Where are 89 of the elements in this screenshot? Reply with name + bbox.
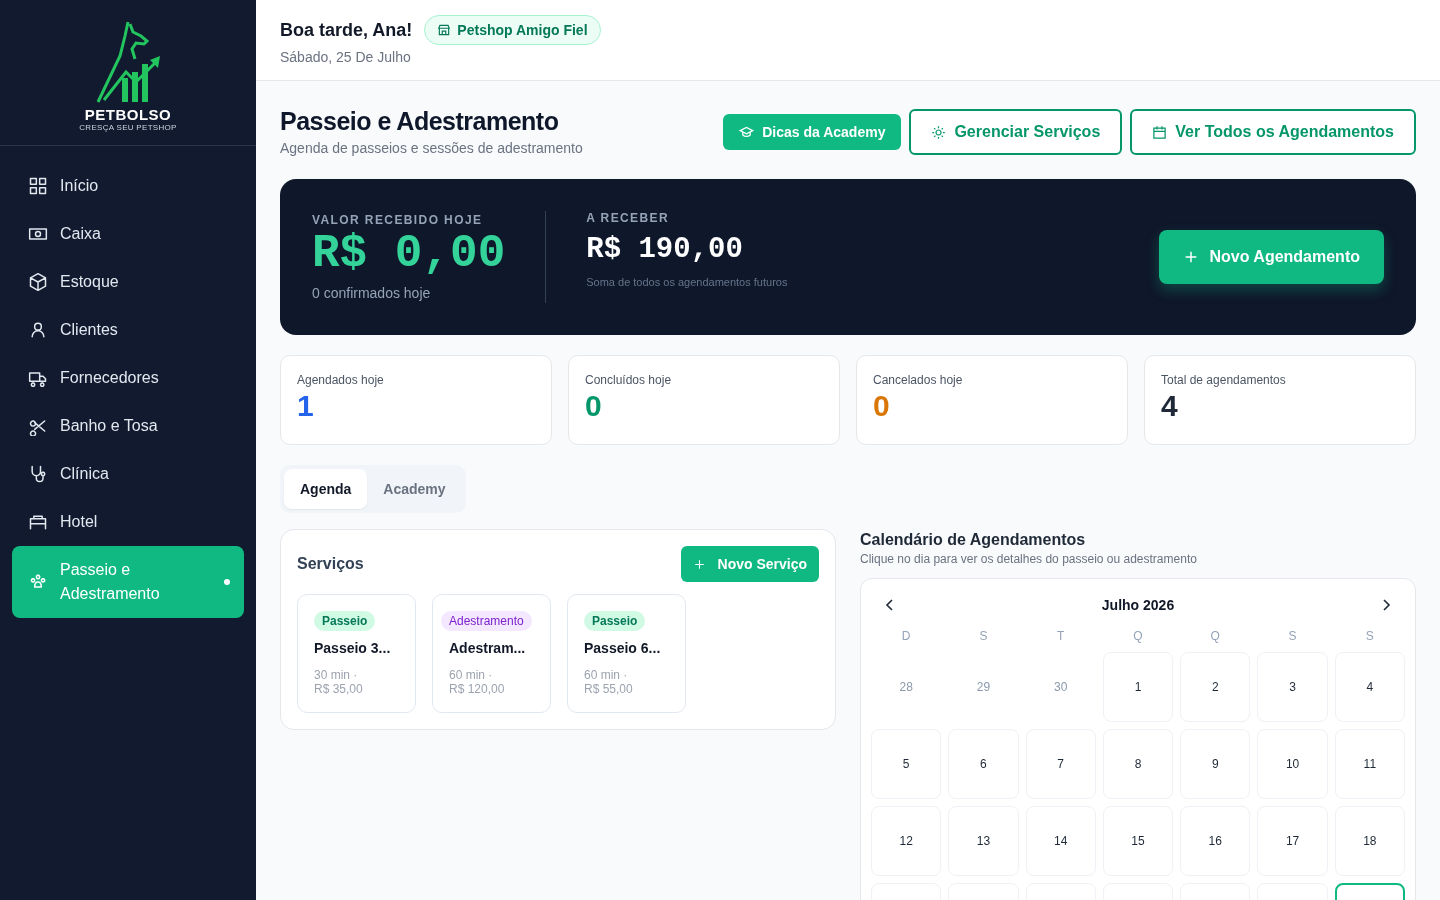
- service-name: Passeio 3...: [314, 640, 391, 656]
- summary-note: 0 confirmados hoje: [312, 285, 432, 301]
- nav-item[interactable]: Caixa: [12, 210, 244, 258]
- weekday-label: S: [1364, 629, 1375, 645]
- graduation-cap-icon: [739, 124, 755, 140]
- day-cell[interactable]: 7: [1025, 729, 1096, 799]
- stat-value: 0: [585, 389, 603, 423]
- service-duration: 30 min ·: [314, 668, 358, 682]
- pending-amount: R$ 190,00: [586, 233, 744, 266]
- nav-icon: [28, 272, 48, 292]
- day-cell[interactable]: 17: [1257, 806, 1328, 876]
- nav-icon: [28, 464, 48, 484]
- day-cell[interactable]: 6: [948, 729, 1019, 799]
- store-badge: Petshop Amigo Fiel: [424, 15, 601, 45]
- service-card[interactable]: Passeio Passeio 6... 60 min · R$ 55,00: [567, 594, 686, 713]
- nav-item[interactable]: Início: [12, 162, 244, 210]
- service-price: R$ 35,00: [314, 682, 363, 696]
- service-card[interactable]: Passeio Passeio 3... 30 min · R$ 35,00: [297, 594, 416, 713]
- service-duration: 60 min ·: [449, 668, 493, 682]
- nav-icon: [28, 320, 48, 340]
- action-button[interactable]: Ver Todos os Agendamentos: [1130, 109, 1416, 155]
- stat-value: 0: [873, 389, 891, 423]
- nav-icon: [28, 176, 48, 196]
- weekday-label: Q: [1132, 629, 1144, 645]
- stat-value: 1: [297, 389, 315, 423]
- calendar-title: Calendário de Agendamentos: [860, 531, 1087, 549]
- service-tag: Passeio: [314, 611, 376, 631]
- summary-label: A RECEBER: [586, 211, 671, 225]
- service-price: R$ 55,00: [584, 682, 633, 696]
- service-card[interactable]: Adestramento Adestram... 60 min · R$ 120,00: [432, 594, 551, 713]
- brand-name: PETBOLSO: [84, 105, 172, 123]
- service-duration: 60 min ·: [584, 668, 628, 682]
- nav-item[interactable]: Hotel: [12, 498, 244, 546]
- day-cell[interactable]: 12: [871, 806, 942, 876]
- tab[interactable]: Agenda: [284, 469, 368, 509]
- day-cell[interactable]: 16: [1180, 806, 1251, 876]
- day-cell[interactable]: 11: [1334, 729, 1405, 799]
- day-cell[interactable]: 15: [1102, 806, 1174, 876]
- nav-item[interactable]: Fornecedores: [12, 354, 244, 402]
- summary-label: VALOR RECEBIDO HOJE: [312, 213, 484, 227]
- day-cell[interactable]: 18: [1334, 806, 1405, 876]
- day-cell[interactable]: 3: [1257, 652, 1328, 722]
- next-month-icon[interactable]: [1381, 598, 1391, 612]
- plus-icon: [692, 557, 706, 571]
- weekday-label: S: [978, 629, 989, 645]
- day-cell[interactable]: 8: [1102, 729, 1174, 799]
- brand-tagline: CRESÇA SEU PETSHOP: [79, 122, 177, 132]
- stat-value: 4: [1161, 389, 1179, 423]
- day-cell[interactable]: 4: [1334, 652, 1405, 722]
- stat-label: Agendados hoje: [297, 373, 385, 387]
- stat-label: Concluídos hoje: [585, 373, 673, 387]
- service-name: Passeio 6...: [584, 640, 661, 656]
- day-cell[interactable]: 10: [1257, 729, 1328, 799]
- page-title: Passeio e Adestramento: [280, 107, 560, 136]
- service-tag: Passeio: [584, 611, 646, 631]
- day-cell[interactable]: 1: [1102, 652, 1174, 722]
- service-price: R$ 120,00: [449, 682, 505, 696]
- summary-note: Soma de todos os agendamentos futuros: [586, 276, 789, 288]
- tab[interactable]: Academy: [367, 469, 462, 509]
- action-button[interactable]: Gerenciar Serviços: [909, 109, 1123, 155]
- stat-label: Cancelados hoje: [873, 373, 964, 387]
- service-name: Adestram...: [449, 640, 526, 656]
- day-cell[interactable]: 13: [948, 806, 1019, 876]
- day-cell[interactable]: 9: [1180, 729, 1251, 799]
- service-tag: Adestramento: [441, 611, 532, 631]
- nav-item[interactable]: Clientes: [12, 306, 244, 354]
- weekday-label: Q: [1209, 629, 1221, 645]
- previous-month-icon[interactable]: [885, 598, 895, 612]
- day-cell[interactable]: 5: [871, 729, 942, 799]
- nav-item[interactable]: Banho e Tosa: [12, 402, 244, 450]
- nav-icon: [28, 512, 48, 532]
- day-cell[interactable]: 2: [1180, 652, 1251, 722]
- greeting: Boa tarde, Ana!: [280, 19, 413, 41]
- calendar-icon: [1152, 124, 1168, 140]
- day-cell[interactable]: 14: [1025, 806, 1096, 876]
- calendar-subtitle: Clique no dia para ver os detalhes do passeio ou adestramento: [860, 552, 1198, 566]
- weekday-label: T: [1056, 629, 1066, 645]
- month-title: Julho 2026: [1101, 597, 1175, 613]
- weekday-label: D: [900, 629, 912, 645]
- date-text: Sábado, 25 De Julho: [280, 49, 412, 65]
- stat-label: Total de agendamentos: [1161, 373, 1287, 387]
- nav-item[interactable]: Estoque: [12, 258, 244, 306]
- page-subtitle: Agenda de passeios e sessões de adestramento: [280, 140, 583, 156]
- active-dot: [224, 579, 230, 585]
- weekday-label: S: [1287, 629, 1298, 645]
- received-amount: R$ 0,00: [312, 227, 506, 281]
- nav-item[interactable]: Clínica: [12, 450, 244, 498]
- store-icon: [437, 23, 452, 37]
- panel-title: Serviços: [297, 555, 364, 573]
